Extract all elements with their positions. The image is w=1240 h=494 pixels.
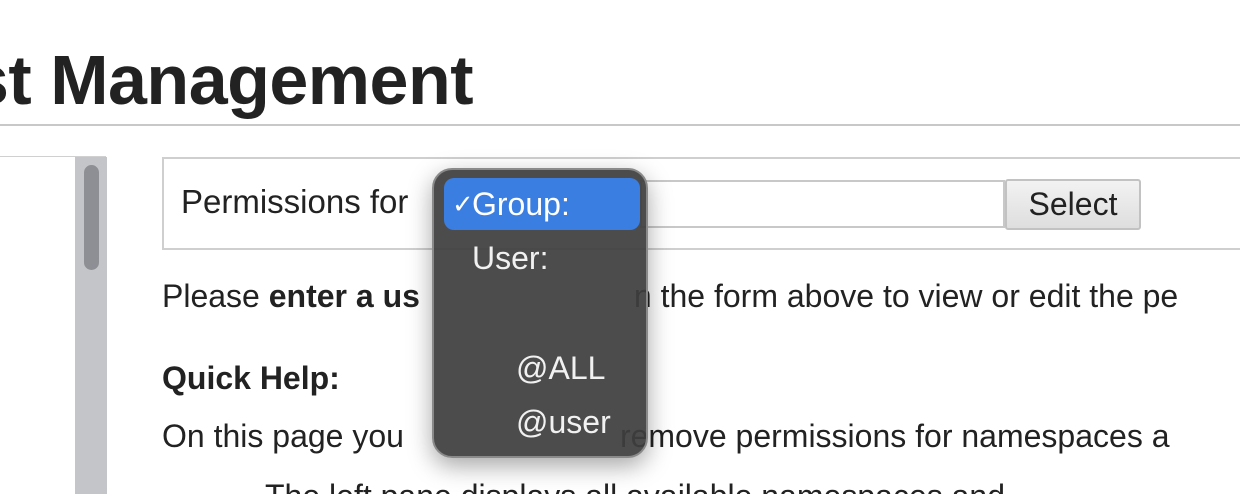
- select-button[interactable]: Select: [1005, 179, 1141, 230]
- menu-item-label: @ALL: [516, 349, 606, 386]
- menu-item-label: User:: [472, 239, 549, 276]
- checkmark-icon: ✓: [452, 188, 474, 219]
- menu-item-all[interactable]: @ALL: [444, 342, 640, 394]
- instruction-pre: Please: [162, 278, 269, 314]
- menu-item-label: Group:: [472, 185, 570, 222]
- quick-help-heading: Quick Help:: [162, 360, 340, 396]
- type-dropdown-menu[interactable]: ✓ Group: User: @ALL @user: [432, 168, 648, 458]
- help-text: On this page you remove permissions for n…: [162, 418, 1170, 455]
- help-text-post: remove permissions for namespaces a: [619, 418, 1170, 454]
- permissions-for-label: Permissions for: [181, 183, 409, 220]
- help-list-item: The left pane displays all available nam…: [265, 478, 1005, 494]
- menu-item-group[interactable]: ✓ Group:: [444, 178, 640, 230]
- instruction-post: n the form above to view or edit the pe: [633, 278, 1179, 314]
- acl-manager-page: st Management Permissions for Select Ple…: [0, 0, 1240, 494]
- page-title: st Management: [0, 41, 474, 119]
- instruction-text: Please enter a us n the form above to vie…: [162, 278, 1178, 315]
- user-group-name-input[interactable]: [640, 180, 1005, 228]
- help-text-pre: On this page you: [162, 418, 404, 454]
- menu-item-user[interactable]: User:: [444, 232, 640, 284]
- menu-item-at-user[interactable]: @user: [444, 396, 640, 448]
- title-divider: [0, 124, 1240, 126]
- instruction-bold: enter a us: [268, 278, 420, 314]
- scrollbar-thumb[interactable]: [84, 165, 99, 270]
- menu-item-label: @user: [516, 403, 611, 440]
